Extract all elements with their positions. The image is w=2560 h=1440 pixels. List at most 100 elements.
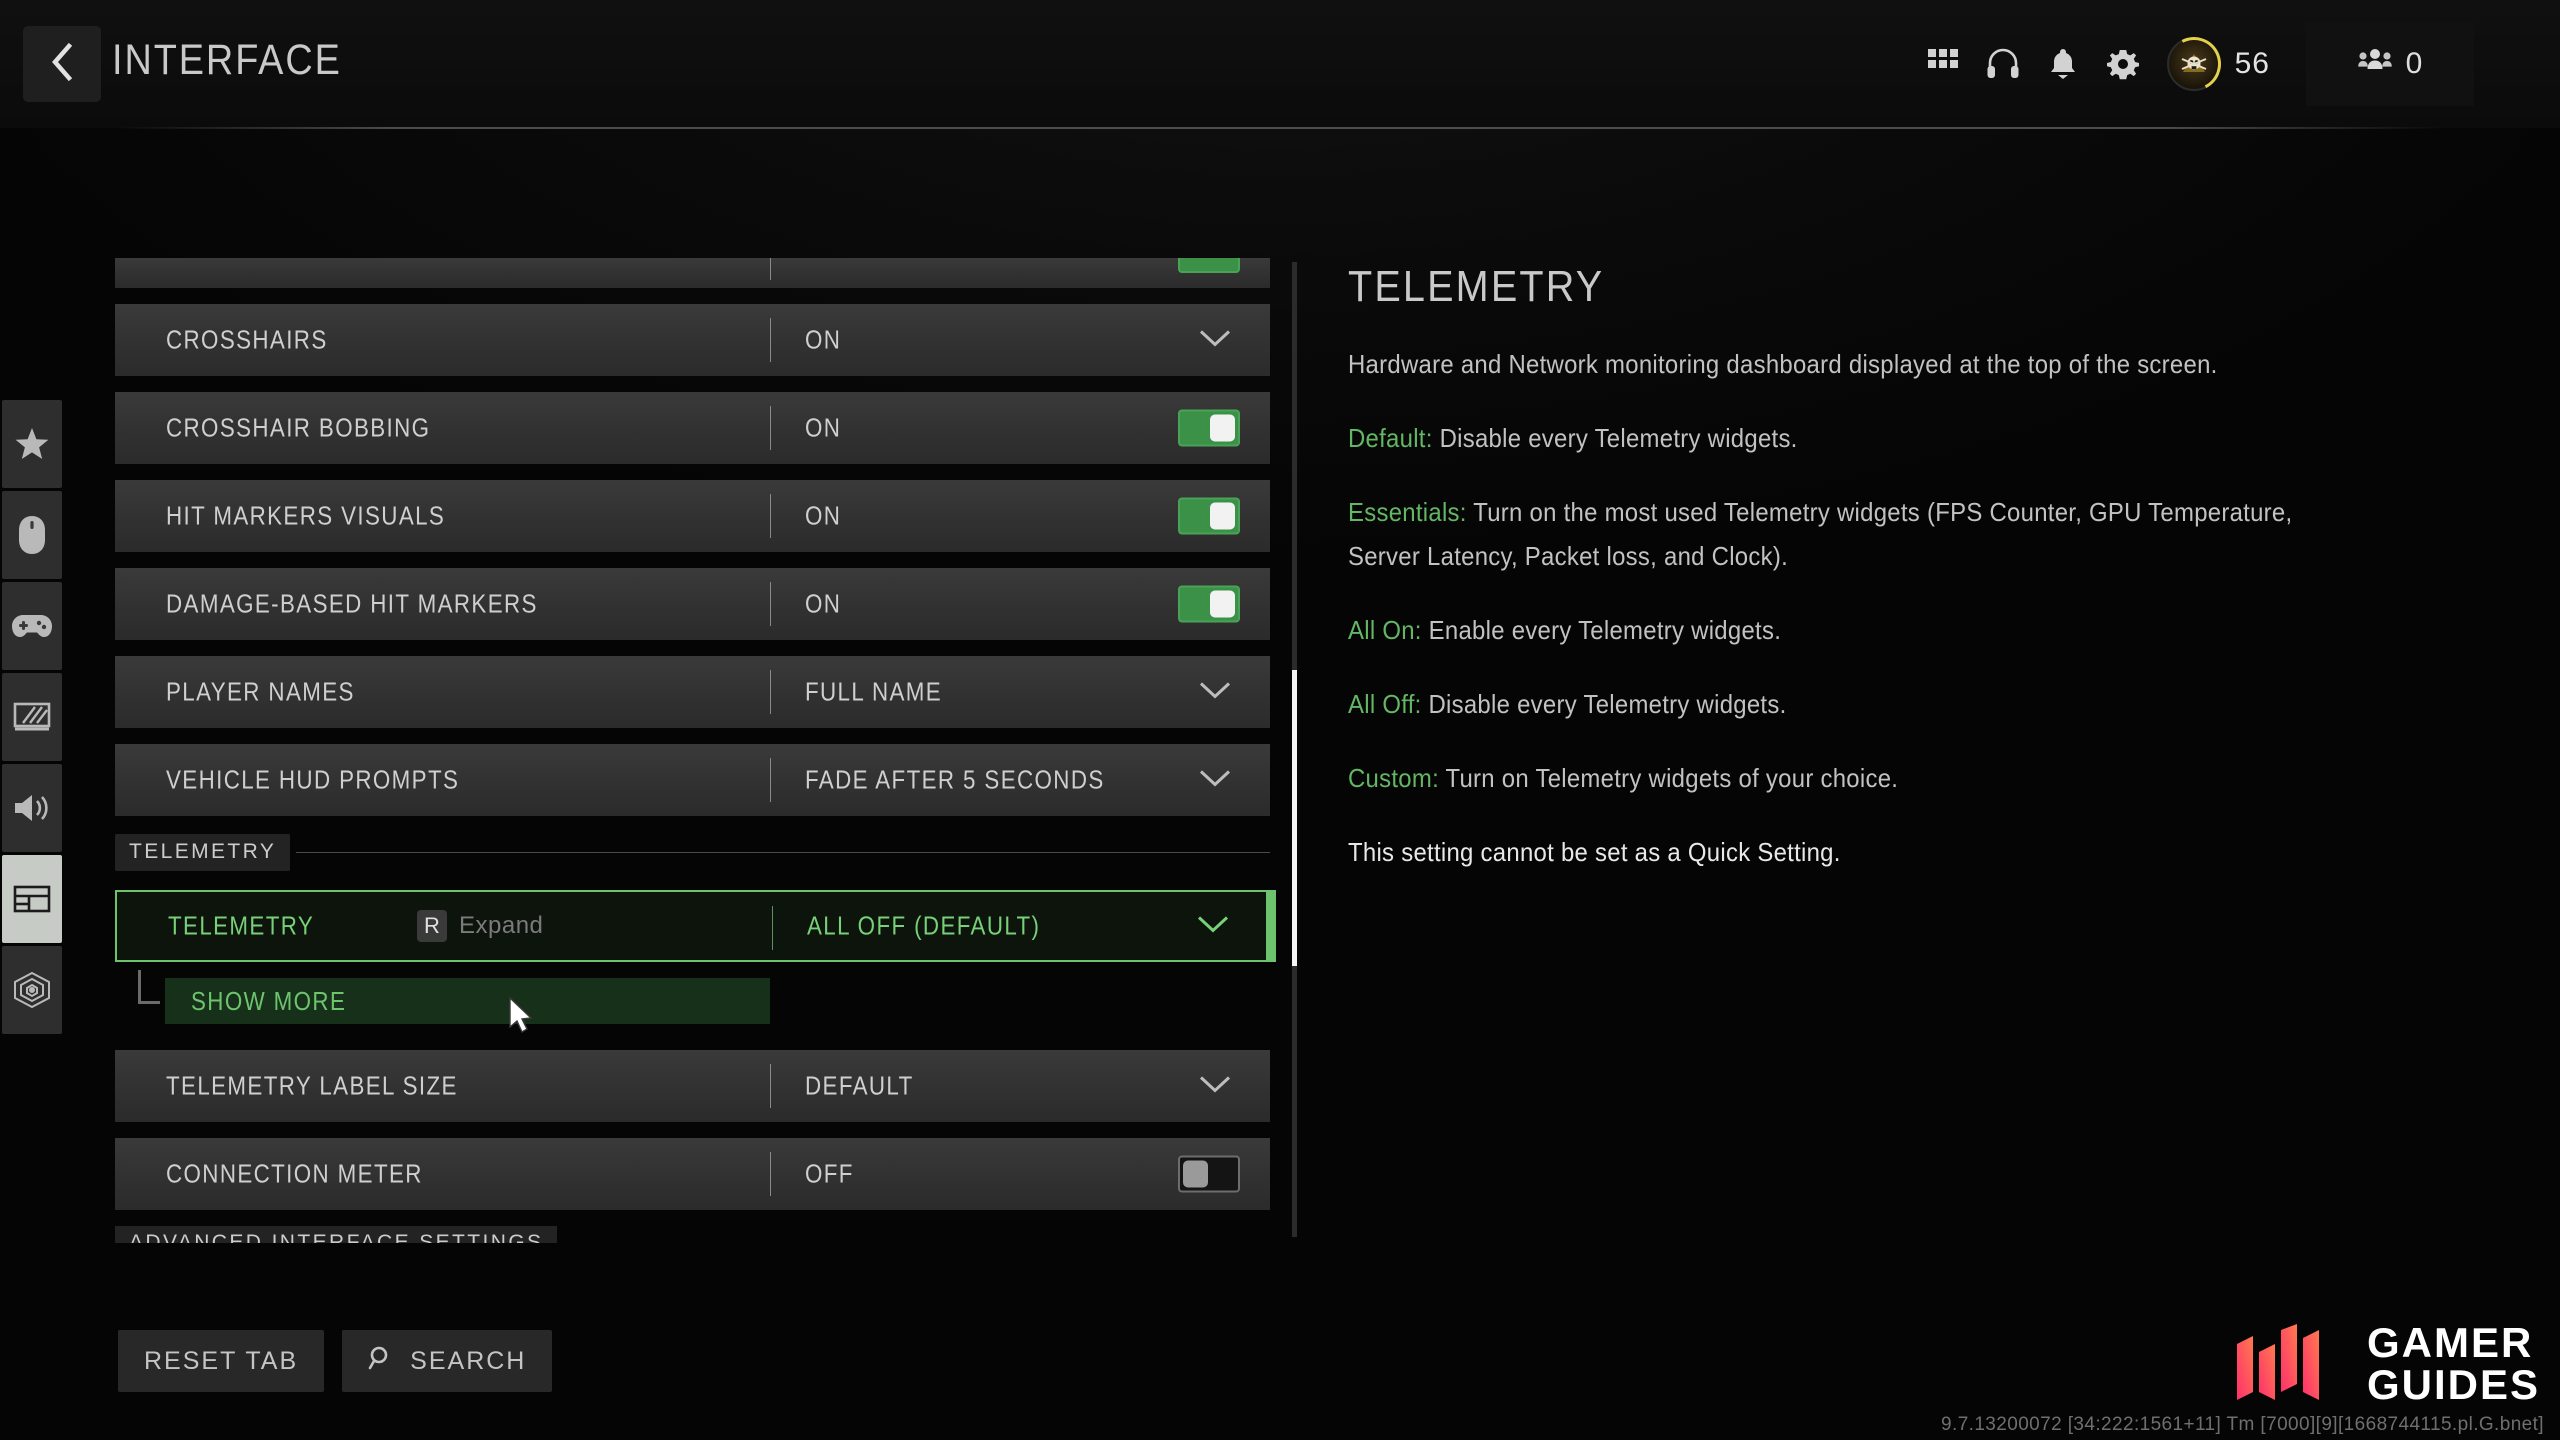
speaker-icon — [13, 792, 51, 824]
selection-accent-bar — [1266, 890, 1276, 962]
section-header: TELEMETRY — [115, 832, 1270, 872]
watermark-line2: GUIDES — [2366, 1361, 2540, 1408]
toggle-knob — [1210, 590, 1235, 618]
toggle-switch[interactable] — [1178, 585, 1240, 623]
detail-entry: Custom: Turn on Telemetry widgets of you… — [1348, 756, 2369, 800]
mouse-cursor — [509, 996, 533, 1034]
rank-value: 56 — [2234, 47, 2270, 80]
tree-elbow-icon — [138, 970, 160, 1004]
gamepad-icon — [12, 613, 52, 639]
section-header: ADVANCED INTERFACE SETTINGS — [115, 1226, 1270, 1243]
grid-apps-icon[interactable] — [1913, 22, 1973, 106]
setting-label: PLAYER NAMES — [166, 676, 355, 707]
setting-label: TELEMETRY — [168, 910, 315, 941]
detail-entry-key: Default: — [1348, 423, 1433, 453]
table-row[interactable]: DAMAGE-BASED HIT MARKERS ON — [115, 568, 1270, 640]
toggle-knob — [1210, 414, 1235, 442]
sidebar-item-audio[interactable] — [2, 764, 62, 852]
setting-label: DAMAGE-BASED HIT MARKERS — [166, 588, 538, 619]
row-divider — [770, 406, 771, 450]
setting-value: ON — [805, 324, 842, 355]
keybind-hint: Expand — [459, 912, 544, 939]
table-row[interactable]: CROSSHAIR BOBBING ON — [115, 392, 1270, 464]
setting-label: CROSSHAIR BOBBING — [166, 412, 431, 443]
bell-icon[interactable] — [2033, 22, 2093, 106]
gear-icon[interactable] — [2093, 22, 2153, 106]
toggle-knob — [1210, 502, 1235, 530]
headset-icon[interactable] — [1973, 22, 2033, 106]
sidebar-item-account-network[interactable] — [2, 946, 62, 1034]
detail-entry: Default: Disable every Telemetry widgets… — [1348, 416, 2369, 460]
sidebar-item-graphics[interactable] — [2, 673, 62, 761]
detail-entry: Essentials: Turn on the most used Teleme… — [1348, 490, 2369, 578]
detail-panel: TELEMETRY Hardware and Network monitorin… — [1348, 262, 2458, 904]
interface-panels-icon — [13, 885, 51, 913]
sidebar-item-favorites[interactable] — [2, 400, 62, 488]
table-row-selected[interactable]: TELEMETRY R Expand ALL OFF (DEFAULT) — [115, 890, 1276, 962]
header-actions: 56 0 — [1913, 22, 2474, 106]
table-row[interactable]: HIT MARKERS VISUALS ON — [115, 480, 1270, 552]
page-title: INTERFACE — [112, 36, 342, 84]
show-more-container: SHOW MORE — [115, 970, 1270, 1028]
watermark-line1: GAMER — [2366, 1319, 2534, 1366]
row-divider — [770, 1064, 771, 1108]
scrollbar-thumb[interactable] — [1292, 670, 1297, 966]
party-button[interactable]: 0 — [2306, 22, 2474, 106]
detail-entry-text: Disable every Telemetry widgets. — [1421, 689, 1787, 719]
detail-title: TELEMETRY — [1348, 262, 1605, 311]
section-rule — [296, 851, 1270, 853]
watermark-text: GAMER GUIDES — [2367, 1322, 2540, 1406]
detail-entry: All Off: Disable every Telemetry widgets… — [1348, 682, 2369, 726]
table-row[interactable]: TELEMETRY LABEL SIZE DEFAULT — [115, 1050, 1270, 1122]
settings-list: CROSSHAIRS ON CROSSHAIR BOBBING ON HIT M… — [115, 258, 1290, 1243]
setting-label: HIT MARKERS VISUALS — [166, 500, 446, 531]
chevron-down-icon[interactable] — [1198, 768, 1232, 793]
sidebar-item-controller[interactable] — [2, 582, 62, 670]
row-divider — [772, 906, 773, 950]
search-button[interactable]: SEARCH — [342, 1330, 553, 1392]
section-header-label: TELEMETRY — [115, 833, 291, 871]
sidebar-item-keyboard-mouse[interactable] — [2, 491, 62, 579]
reset-tab-label: RESET TAB — [144, 1346, 299, 1375]
detail-entry-text: Turn on the most used Telemetry widgets … — [1348, 497, 2293, 571]
setting-value: FADE AFTER 5 SECONDS — [805, 764, 1105, 795]
setting-value: OFF — [805, 1158, 854, 1189]
chevron-down-icon[interactable] — [1198, 680, 1232, 705]
toggle-switch[interactable] — [1178, 497, 1240, 535]
setting-value: DEFAULT — [805, 1070, 914, 1101]
table-row[interactable]: PLAYER NAMES FULL NAME — [115, 656, 1270, 728]
detail-entry-key: All Off: — [1348, 689, 1422, 719]
reset-tab-button[interactable]: RESET TAB — [118, 1330, 325, 1392]
toggle-switch[interactable] — [1178, 258, 1240, 273]
detail-note: This setting cannot be set as a Quick Se… — [1348, 837, 1841, 867]
radar-icon — [13, 972, 51, 1008]
chevron-down-icon[interactable] — [1198, 1074, 1232, 1099]
search-label: SEARCH — [410, 1346, 527, 1375]
table-row[interactable]: CROSSHAIRS ON — [115, 304, 1270, 376]
back-button[interactable] — [23, 26, 101, 102]
category-sidebar — [2, 400, 62, 1034]
section-header-label: ADVANCED INTERFACE SETTINGS — [115, 1226, 558, 1243]
row-divider — [770, 758, 771, 802]
table-row[interactable]: VEHICLE HUD PROMPTS FADE AFTER 5 SECONDS — [115, 744, 1270, 816]
star-icon — [14, 427, 50, 461]
row-divider — [770, 258, 771, 280]
table-row[interactable]: CONNECTION METER OFF — [115, 1138, 1270, 1210]
table-row[interactable] — [115, 258, 1270, 288]
setting-value: ON — [805, 588, 842, 619]
keycap-r: R — [417, 910, 447, 942]
toggle-switch[interactable] — [1178, 409, 1240, 447]
detail-entry-key: All On: — [1348, 615, 1422, 645]
player-rank[interactable]: 56 — [2159, 29, 2270, 99]
show-more-button[interactable]: SHOW MORE — [165, 978, 770, 1024]
sidebar-item-interface[interactable] — [2, 855, 62, 943]
toggle-switch[interactable] — [1178, 1155, 1240, 1193]
squad-icon — [2357, 47, 2392, 82]
chevron-down-icon[interactable] — [1198, 328, 1232, 353]
detail-entry-text: Enable every Telemetry widgets. — [1421, 615, 1782, 645]
chevron-down-icon[interactable] — [1196, 914, 1230, 939]
setting-value: ON — [805, 412, 842, 443]
header-divider — [114, 127, 2444, 129]
skull-emblem-icon — [2159, 29, 2228, 99]
detail-entry-key: Essentials: — [1348, 497, 1467, 527]
